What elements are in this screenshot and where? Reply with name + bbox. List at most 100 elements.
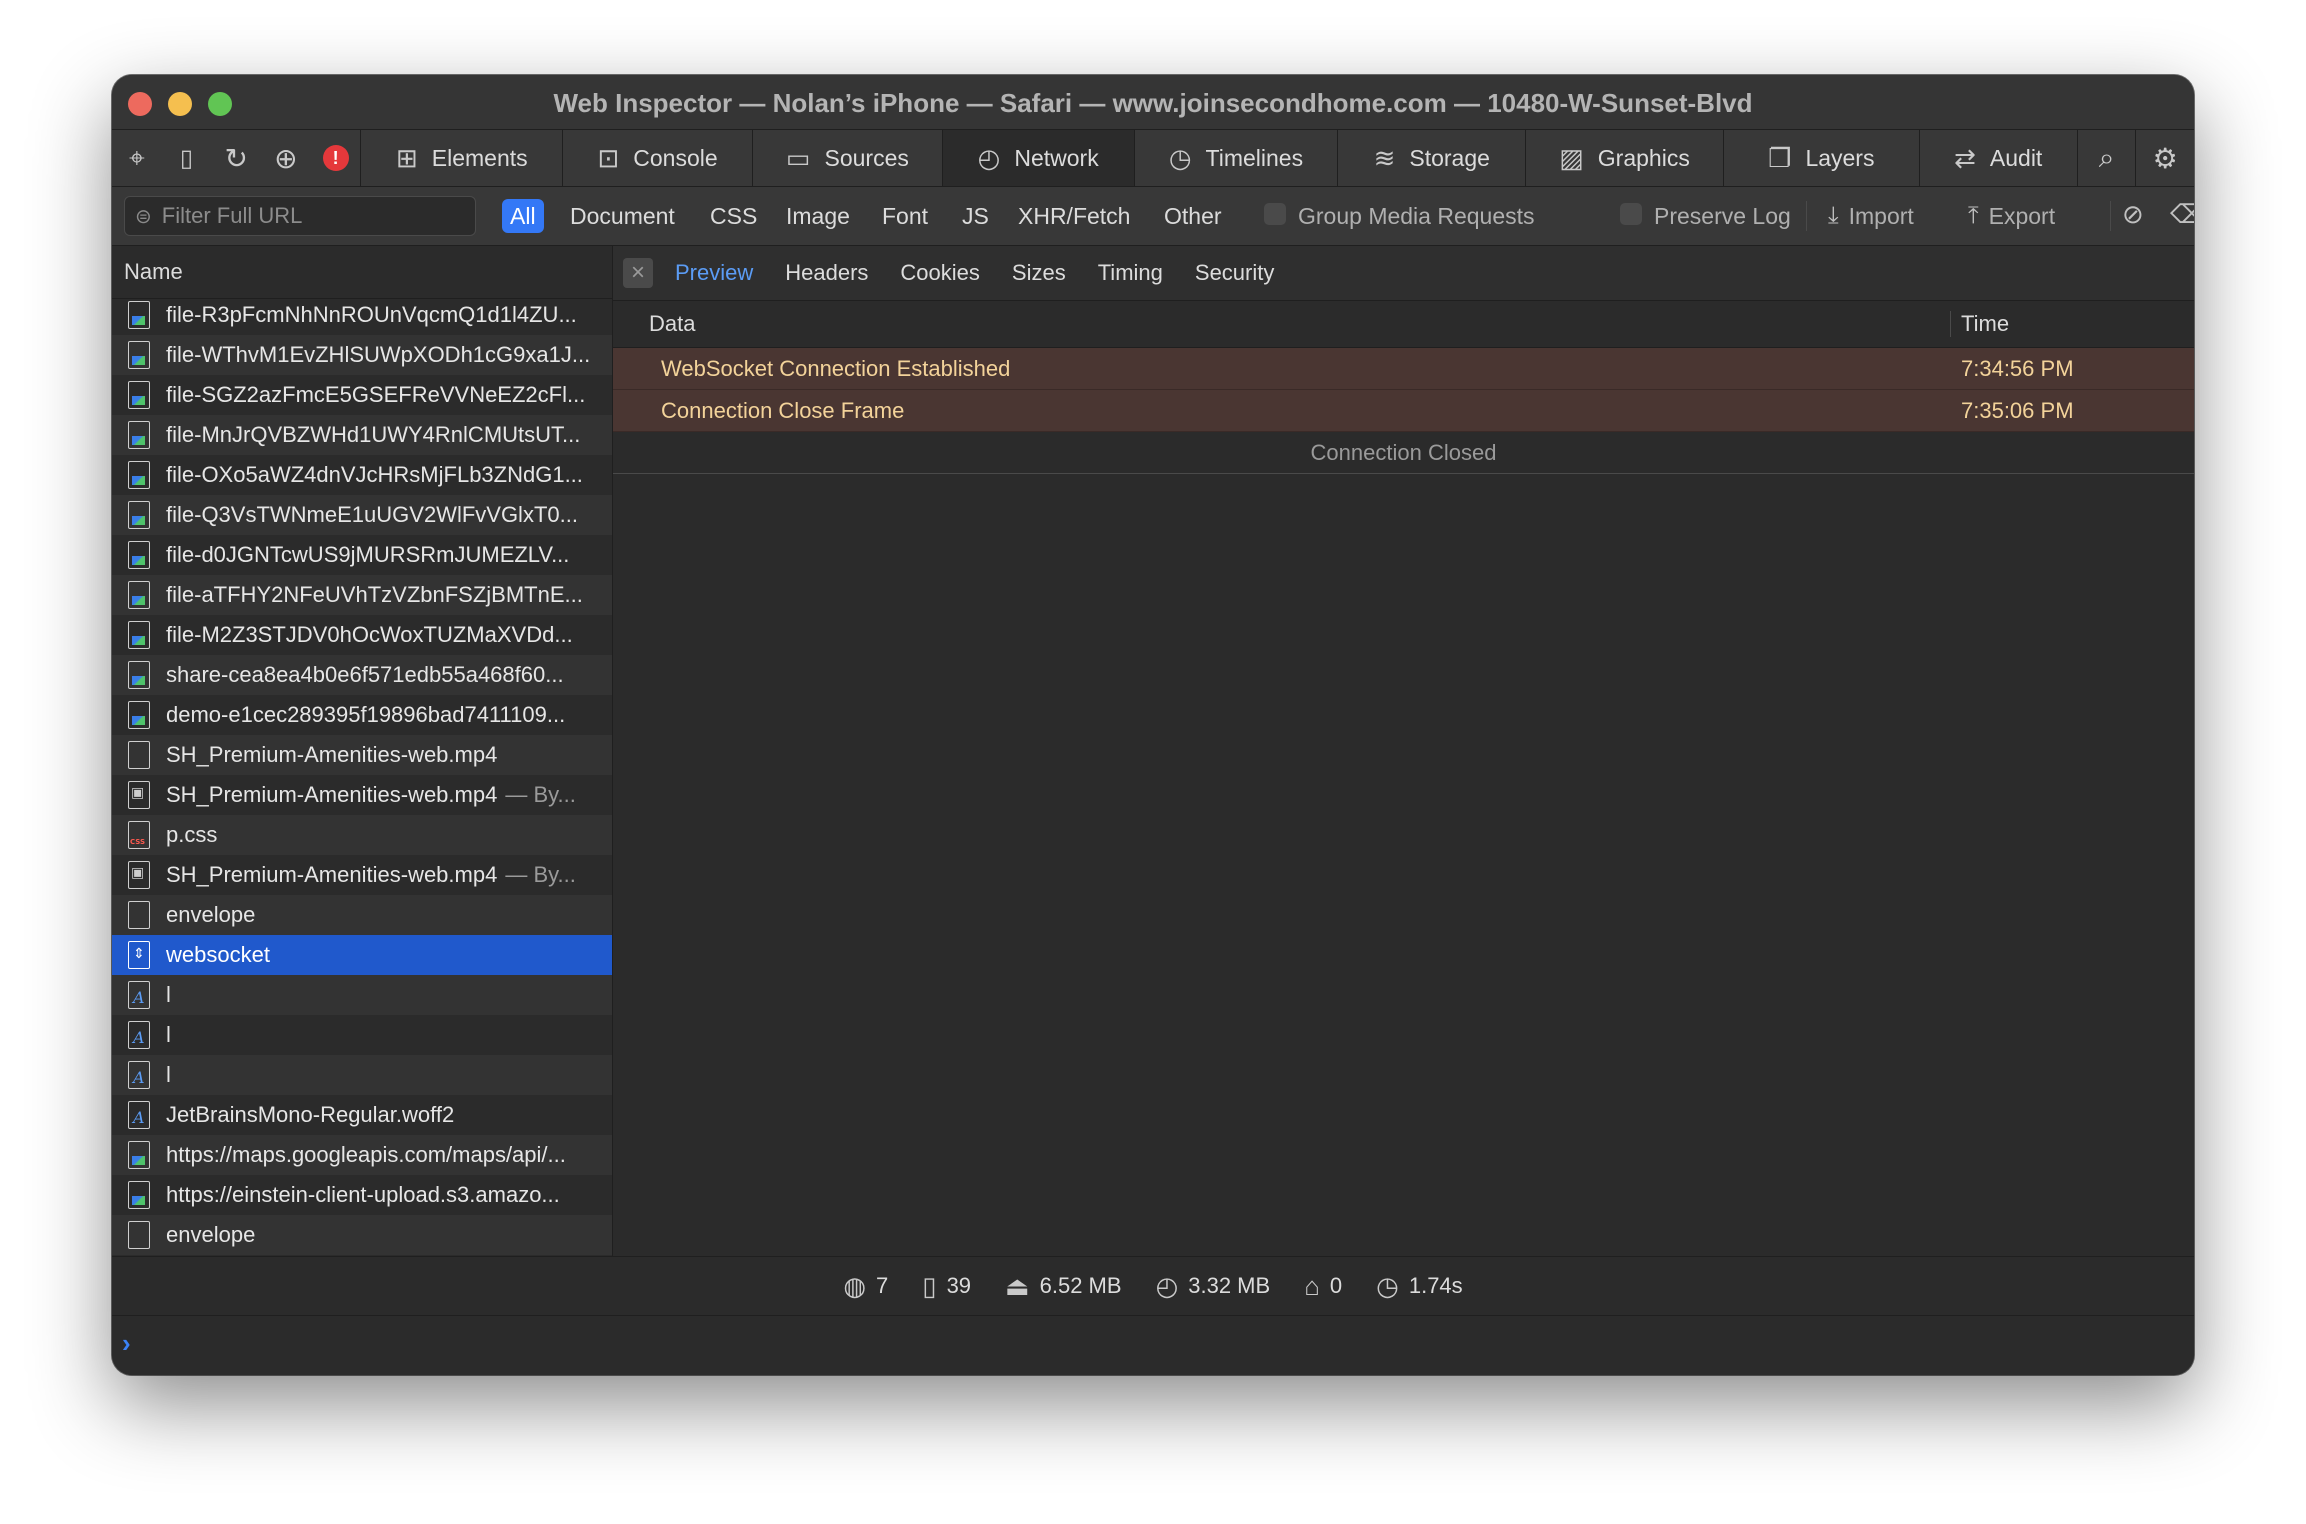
tab-console[interactable]: ⊡ Console (563, 130, 753, 186)
list-item[interactable]: share-cea8ea4b0e6f571edb55a468f60... (112, 655, 612, 695)
subtab-security[interactable]: Security (1195, 260, 1274, 286)
clear-log-icon[interactable]: ⌫ (2170, 199, 2194, 230)
list-item[interactable]: file-d0JGNTcwUS9jMURSRmJUMEZLV... (112, 535, 612, 575)
domains-stat: ◍ 7 (843, 1271, 888, 1302)
list-item[interactable]: file-OXo5aWZ4dnVJcHRsMjFLb3ZNdG1... (112, 455, 612, 495)
gear-icon[interactable]: ⚙ (2136, 130, 2194, 186)
filter-type-other[interactable]: Other (1156, 199, 1230, 233)
list-item[interactable]: SH_Premium-Amenities-web.mp4 — By... (112, 775, 612, 815)
tab-graphics[interactable]: ▨ Graphics (1526, 130, 1724, 186)
filter-type-css[interactable]: CSS (702, 199, 765, 233)
filter-icon: ⊜ (135, 205, 152, 228)
layers-icon: ❐ (1768, 142, 1792, 173)
element-picker-icon[interactable]: ⌖ (112, 130, 162, 186)
timelines-icon: ◷ (1168, 142, 1192, 173)
image-file-icon (128, 1141, 150, 1169)
tab-elements[interactable]: ⊞ Elements (361, 130, 564, 186)
document-icon: ▯ (922, 1270, 937, 1301)
list-item[interactable]: envelope (112, 895, 612, 935)
connection-closed-label: Connection Closed (613, 432, 2194, 474)
resource-name: file-R3pFcmNhNnROUnVqcmQ1d1l4ZU... (166, 302, 577, 327)
document-file-icon (128, 1221, 150, 1249)
filter-field[interactable]: ⊜ (124, 196, 476, 236)
resource-rows: file-R3pFcmNhNnROUnVqcmQ1d1l4ZU... file-… (112, 295, 612, 1255)
image-file-icon (128, 461, 150, 489)
console-prompt-area[interactable]: › (112, 1315, 2194, 1375)
preserve-log-checkbox[interactable] (1620, 203, 1642, 225)
list-item[interactable]: demo-e1cec289395f19896bad7411109... (112, 695, 612, 735)
resource-name: SH_Premium-Amenities-web.mp4 (166, 782, 498, 807)
tab-label: Storage (1409, 144, 1490, 171)
import-button[interactable]: ⤓ Import (1828, 199, 1914, 233)
document-file-icon (128, 901, 150, 929)
tab-layers[interactable]: ❐ Layers (1724, 130, 1920, 186)
search-icon[interactable]: ⌕ (2078, 130, 2137, 186)
image-file-icon (128, 621, 150, 649)
resource-name: file-M2Z3STJDV0hOcWoxTUZMaXVDd... (166, 622, 573, 647)
tab-sources[interactable]: ▭ Sources (753, 130, 943, 186)
download-icon[interactable]: ⊕ (261, 130, 311, 186)
resource-name: file-Q3VsTWNmeE1uUGV2WlFvVGlxT0... (166, 502, 578, 527)
disable-cache-icon[interactable]: ⊘ (2122, 199, 2144, 230)
filter-url-input[interactable] (159, 202, 464, 230)
list-item[interactable]: l (112, 1015, 612, 1055)
tab-network[interactable]: ◴ Network (942, 130, 1135, 186)
list-header-name[interactable]: Name (112, 246, 612, 299)
subtab-headers[interactable]: Headers (785, 260, 868, 286)
column-header-data[interactable]: Data (649, 301, 695, 347)
subtab-cookies[interactable]: Cookies (900, 260, 979, 286)
list-item-selected[interactable]: websocket (112, 935, 612, 975)
list-item[interactable]: file-R3pFcmNhNnROUnVqcmQ1d1l4ZU... (112, 295, 612, 335)
table-row[interactable]: WebSocket Connection Established 7:34:56… (613, 348, 2194, 390)
error-icon[interactable]: ! (311, 130, 361, 186)
image-file-icon (128, 661, 150, 689)
list-item[interactable]: file-M2Z3STJDV0hOcWoxTUZMaXVDd... (112, 615, 612, 655)
list-item[interactable]: file-MnJrQVBZWHd1UWY4RnlCMUtsUT... (112, 415, 612, 455)
message-data: Connection Close Frame (661, 398, 905, 423)
table-row[interactable]: Connection Close Frame 7:35:06 PM (613, 390, 2194, 432)
list-item[interactable]: https://einstein-client-upload.s3.amazo.… (112, 1175, 612, 1215)
time-stat: ◷ 1.74s (1376, 1271, 1463, 1302)
list-item[interactable]: SH_Premium-Amenities-web.mp4 (112, 735, 612, 775)
filter-type-xhr-fetch[interactable]: XHR/Fetch (1010, 199, 1138, 233)
column-header-time[interactable]: Time (1961, 301, 2009, 347)
list-item[interactable]: JetBrainsMono-Regular.woff2 (112, 1095, 612, 1135)
export-button[interactable]: ⤒ Export (1968, 199, 2055, 233)
list-item[interactable]: file-SGZ2azFmcE5GSEFReVVNeEZ2cFl... (112, 375, 612, 415)
list-item[interactable]: envelope (112, 1215, 612, 1255)
tab-label: Sources (824, 144, 909, 171)
reload-icon[interactable]: ↻ (211, 130, 261, 186)
filter-type-font[interactable]: Font (874, 199, 936, 233)
resource-size: 6.52 MB (1039, 1273, 1122, 1298)
list-item[interactable]: file-WThvM1EvZHlSUWpXODh1cG9xa1J... (112, 335, 612, 375)
group-media-checkbox[interactable] (1264, 203, 1286, 225)
resource-suffix: — By... (505, 782, 576, 807)
close-detail-icon[interactable]: × (623, 258, 653, 288)
list-item[interactable]: file-aTFHY2NFeUVhTzVZbnFSZjBMTnE... (112, 575, 612, 615)
preserve-log-label: Preserve Log (1654, 203, 1791, 229)
websocket-icon (128, 941, 150, 969)
filter-type-document[interactable]: Document (562, 199, 683, 233)
elements-icon: ⊞ (395, 142, 418, 173)
filter-type-image[interactable]: Image (778, 199, 858, 233)
device-icon[interactable]: ▯ (162, 130, 212, 186)
tab-timelines[interactable]: ◷ Timelines (1135, 130, 1339, 186)
list-item[interactable]: l (112, 975, 612, 1015)
filter-type-all[interactable]: All (502, 199, 544, 233)
list-item[interactable]: p.css (112, 815, 612, 855)
tab-storage[interactable]: ≋ Storage (1338, 130, 1527, 186)
subtab-sizes[interactable]: Sizes (1012, 260, 1066, 286)
resource-list: Name file-R3pFcmNhNnROUnVqcmQ1d1l4ZU... … (112, 246, 613, 1257)
subtab-timing[interactable]: Timing (1098, 260, 1163, 286)
list-item[interactable]: https://maps.googleapis.com/maps/api/... (112, 1135, 612, 1175)
image-file-icon (128, 421, 150, 449)
tab-label: Layers (1805, 144, 1875, 171)
filter-type-js[interactable]: JS (954, 199, 997, 233)
export-icon: ⤒ (1968, 202, 1979, 229)
image-file-icon (128, 301, 150, 329)
subtab-preview[interactable]: Preview (675, 260, 753, 286)
list-item[interactable]: SH_Premium-Amenities-web.mp4 — By... (112, 855, 612, 895)
list-item[interactable]: file-Q3VsTWNmeE1uUGV2WlFvVGlxT0... (112, 495, 612, 535)
tab-audit[interactable]: ⇄ Audit (1920, 130, 2078, 186)
list-item[interactable]: l (112, 1055, 612, 1095)
